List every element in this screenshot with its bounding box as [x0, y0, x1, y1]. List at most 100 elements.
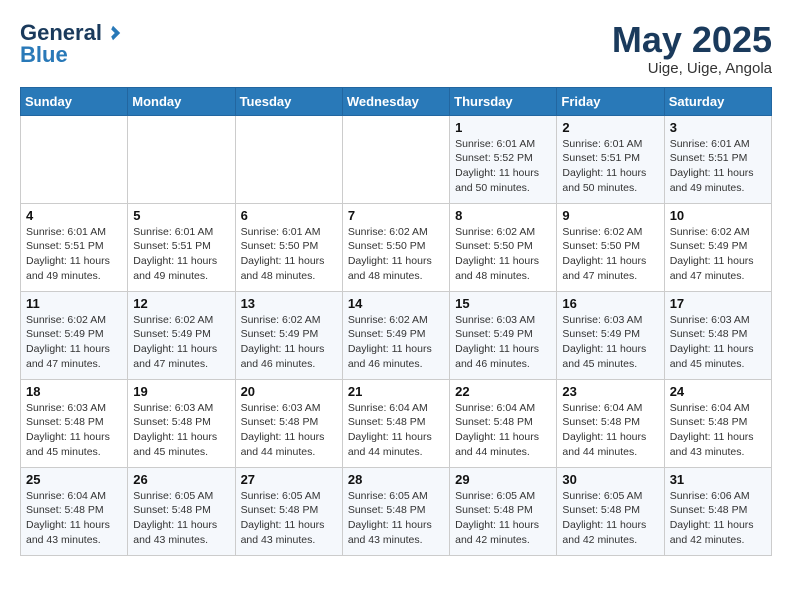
- day-cell: 10 Sunrise: 6:02 AM Sunset: 5:49 PM Dayli…: [664, 203, 771, 291]
- day-info: Sunrise: 6:04 AM Sunset: 5:48 PM Dayligh…: [670, 401, 766, 460]
- day-cell: 24 Sunrise: 6:04 AM Sunset: 5:48 PM Dayli…: [664, 379, 771, 467]
- day-info: Sunrise: 6:05 AM Sunset: 5:48 PM Dayligh…: [562, 489, 658, 548]
- header-cell-wednesday: Wednesday: [342, 87, 449, 115]
- day-cell: 26 Sunrise: 6:05 AM Sunset: 5:48 PM Dayli…: [128, 467, 235, 555]
- day-info: Sunrise: 6:02 AM Sunset: 5:49 PM Dayligh…: [133, 313, 229, 372]
- day-number: 29: [455, 472, 551, 487]
- day-number: 14: [348, 296, 444, 311]
- header-row: SundayMondayTuesdayWednesdayThursdayFrid…: [21, 87, 772, 115]
- day-cell: 23 Sunrise: 6:04 AM Sunset: 5:48 PM Dayli…: [557, 379, 664, 467]
- day-cell: 12 Sunrise: 6:02 AM Sunset: 5:49 PM Dayli…: [128, 291, 235, 379]
- day-info: Sunrise: 6:01 AM Sunset: 5:51 PM Dayligh…: [133, 225, 229, 284]
- day-info: Sunrise: 6:02 AM Sunset: 5:49 PM Dayligh…: [348, 313, 444, 372]
- day-info: Sunrise: 6:01 AM Sunset: 5:51 PM Dayligh…: [562, 137, 658, 196]
- day-cell: 11Sunrise: 6:02 AM Sunset: 5:49 PM Dayli…: [21, 291, 128, 379]
- day-number: 23: [562, 384, 658, 399]
- day-number: 13: [241, 296, 337, 311]
- day-number: 26: [133, 472, 229, 487]
- day-number: 12: [133, 296, 229, 311]
- day-info: Sunrise: 6:04 AM Sunset: 5:48 PM Dayligh…: [455, 401, 551, 460]
- location-text: Uige, Uige, Angola: [612, 60, 772, 77]
- month-title: May 2025: [612, 20, 772, 60]
- day-number: 21: [348, 384, 444, 399]
- header-cell-friday: Friday: [557, 87, 664, 115]
- day-cell: 1Sunrise: 6:01 AM Sunset: 5:52 PM Daylig…: [450, 115, 557, 203]
- day-cell: [235, 115, 342, 203]
- day-number: 30: [562, 472, 658, 487]
- day-number: 8: [455, 208, 551, 223]
- day-cell: 8 Sunrise: 6:02 AM Sunset: 5:50 PM Daylig…: [450, 203, 557, 291]
- logo: General Blue: [20, 20, 122, 68]
- day-info: Sunrise: 6:05 AM Sunset: 5:48 PM Dayligh…: [455, 489, 551, 548]
- day-info: Sunrise: 6:02 AM Sunset: 5:50 PM Dayligh…: [455, 225, 551, 284]
- day-number: 1: [455, 120, 551, 135]
- day-info: Sunrise: 6:05 AM Sunset: 5:48 PM Dayligh…: [348, 489, 444, 548]
- day-info: Sunrise: 6:04 AM Sunset: 5:48 PM Dayligh…: [348, 401, 444, 460]
- title-block: May 2025 Uige, Uige, Angola: [612, 20, 772, 77]
- day-cell: [342, 115, 449, 203]
- day-cell: 5 Sunrise: 6:01 AM Sunset: 5:51 PM Daylig…: [128, 203, 235, 291]
- day-cell: 2 Sunrise: 6:01 AM Sunset: 5:51 PM Daylig…: [557, 115, 664, 203]
- day-cell: 17 Sunrise: 6:03 AM Sunset: 5:48 PM Dayli…: [664, 291, 771, 379]
- day-cell: 25Sunrise: 6:04 AM Sunset: 5:48 PM Dayli…: [21, 467, 128, 555]
- day-info: Sunrise: 6:03 AM Sunset: 5:48 PM Dayligh…: [26, 401, 122, 460]
- day-number: 22: [455, 384, 551, 399]
- day-number: 27: [241, 472, 337, 487]
- header-cell-sunday: Sunday: [21, 87, 128, 115]
- day-cell: [128, 115, 235, 203]
- day-cell: 16Sunrise: 6:03 AM Sunset: 5:49 PM Dayli…: [557, 291, 664, 379]
- day-number: 4: [26, 208, 122, 223]
- day-cell: 21 Sunrise: 6:04 AM Sunset: 5:48 PM Dayli…: [342, 379, 449, 467]
- day-info: Sunrise: 6:03 AM Sunset: 5:48 PM Dayligh…: [133, 401, 229, 460]
- day-cell: 15Sunrise: 6:03 AM Sunset: 5:49 PM Dayli…: [450, 291, 557, 379]
- day-cell: 28Sunrise: 6:05 AM Sunset: 5:48 PM Dayli…: [342, 467, 449, 555]
- day-info: Sunrise: 6:02 AM Sunset: 5:49 PM Dayligh…: [670, 225, 766, 284]
- day-number: 7: [348, 208, 444, 223]
- day-info: Sunrise: 6:02 AM Sunset: 5:50 PM Dayligh…: [348, 225, 444, 284]
- day-cell: 6Sunrise: 6:01 AM Sunset: 5:50 PM Daylig…: [235, 203, 342, 291]
- day-cell: [21, 115, 128, 203]
- day-cell: 9Sunrise: 6:02 AM Sunset: 5:50 PM Daylig…: [557, 203, 664, 291]
- day-cell: 22 Sunrise: 6:04 AM Sunset: 5:48 PM Dayli…: [450, 379, 557, 467]
- day-number: 20: [241, 384, 337, 399]
- week-row-4: 18 Sunrise: 6:03 AM Sunset: 5:48 PM Dayli…: [21, 379, 772, 467]
- day-cell: 3 Sunrise: 6:01 AM Sunset: 5:51 PM Daylig…: [664, 115, 771, 203]
- day-info: Sunrise: 6:03 AM Sunset: 5:48 PM Dayligh…: [241, 401, 337, 460]
- day-number: 17: [670, 296, 766, 311]
- day-number: 15: [455, 296, 551, 311]
- day-number: 10: [670, 208, 766, 223]
- day-number: 5: [133, 208, 229, 223]
- week-row-2: 4 Sunrise: 6:01 AM Sunset: 5:51 PM Daylig…: [21, 203, 772, 291]
- header-cell-monday: Monday: [128, 87, 235, 115]
- day-number: 3: [670, 120, 766, 135]
- header-cell-saturday: Saturday: [664, 87, 771, 115]
- day-info: Sunrise: 6:06 AM Sunset: 5:48 PM Dayligh…: [670, 489, 766, 548]
- page-header: General Blue May 2025 Uige, Uige, Angola: [20, 20, 772, 77]
- day-cell: 14 Sunrise: 6:02 AM Sunset: 5:49 PM Dayli…: [342, 291, 449, 379]
- calendar-header: SundayMondayTuesdayWednesdayThursdayFrid…: [21, 87, 772, 115]
- day-info: Sunrise: 6:01 AM Sunset: 5:51 PM Dayligh…: [670, 137, 766, 196]
- day-info: Sunrise: 6:03 AM Sunset: 5:49 PM Dayligh…: [562, 313, 658, 372]
- day-number: 19: [133, 384, 229, 399]
- day-info: Sunrise: 6:04 AM Sunset: 5:48 PM Dayligh…: [562, 401, 658, 460]
- day-cell: 18 Sunrise: 6:03 AM Sunset: 5:48 PM Dayli…: [21, 379, 128, 467]
- day-number: 24: [670, 384, 766, 399]
- logo-icon: [104, 24, 122, 42]
- day-number: 31: [670, 472, 766, 487]
- week-row-3: 11Sunrise: 6:02 AM Sunset: 5:49 PM Dayli…: [21, 291, 772, 379]
- week-row-1: 1Sunrise: 6:01 AM Sunset: 5:52 PM Daylig…: [21, 115, 772, 203]
- logo-blue-text: Blue: [20, 42, 68, 68]
- day-number: 18: [26, 384, 122, 399]
- header-cell-thursday: Thursday: [450, 87, 557, 115]
- header-cell-tuesday: Tuesday: [235, 87, 342, 115]
- day-cell: 13Sunrise: 6:02 AM Sunset: 5:49 PM Dayli…: [235, 291, 342, 379]
- day-cell: 31 Sunrise: 6:06 AM Sunset: 5:48 PM Dayli…: [664, 467, 771, 555]
- day-cell: 19 Sunrise: 6:03 AM Sunset: 5:48 PM Dayli…: [128, 379, 235, 467]
- calendar-table: SundayMondayTuesdayWednesdayThursdayFrid…: [20, 87, 772, 556]
- day-number: 2: [562, 120, 658, 135]
- day-info: Sunrise: 6:03 AM Sunset: 5:48 PM Dayligh…: [670, 313, 766, 372]
- day-cell: 7 Sunrise: 6:02 AM Sunset: 5:50 PM Daylig…: [342, 203, 449, 291]
- day-cell: 20 Sunrise: 6:03 AM Sunset: 5:48 PM Dayli…: [235, 379, 342, 467]
- day-number: 25: [26, 472, 122, 487]
- day-info: Sunrise: 6:05 AM Sunset: 5:48 PM Dayligh…: [133, 489, 229, 548]
